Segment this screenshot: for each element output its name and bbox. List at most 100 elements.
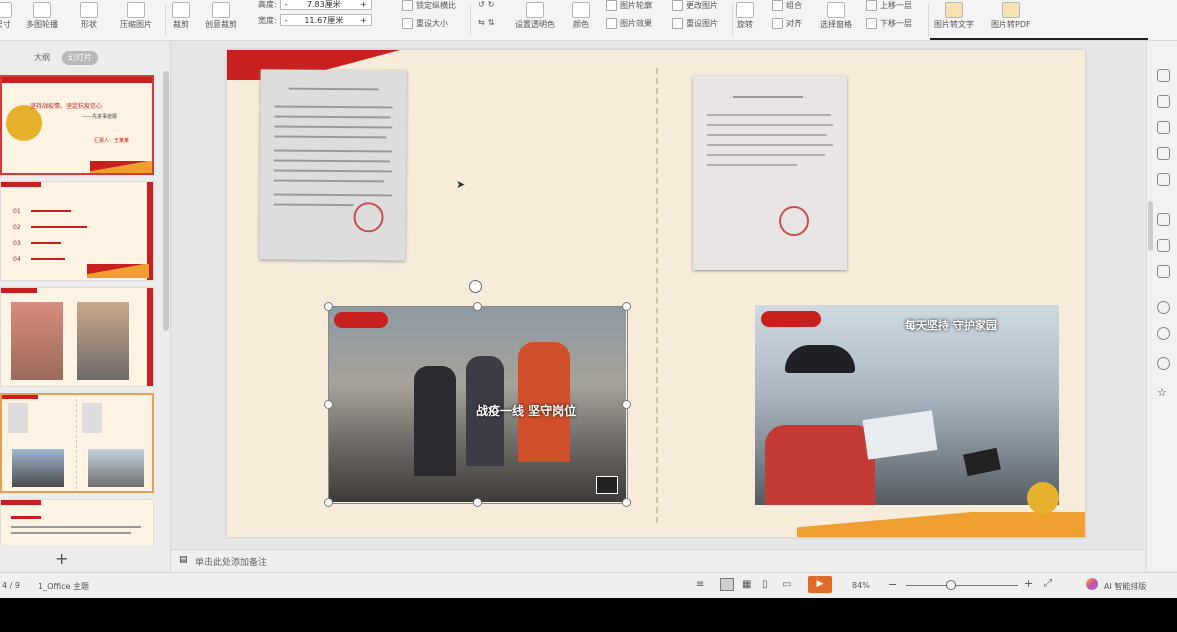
slide-counter: 4 / 9 [2, 581, 20, 590]
animation-icon[interactable] [1157, 213, 1170, 226]
layers-icon[interactable] [1157, 147, 1170, 160]
flip-icon: ⇆ [478, 18, 485, 27]
add-slide-button[interactable]: + [55, 549, 68, 568]
doc-text-line [273, 193, 392, 197]
pic-to-text-button[interactable]: 图片转文字 [934, 2, 974, 30]
picture-outline-button[interactable]: 图片轮廓 [606, 0, 652, 11]
flip-button[interactable]: ⇆ ⇅ [478, 18, 494, 27]
tab-slides[interactable]: 幻灯片 [62, 51, 98, 65]
presenter-view-icon[interactable]: ▭ [782, 579, 791, 590]
resize-handle[interactable] [324, 498, 333, 507]
resize-handle[interactable] [622, 498, 631, 507]
zoom-slider[interactable] [906, 585, 1018, 586]
slide-thumbnail-1[interactable]: 坚持战疫情、坚定抗疫信心 ——先进事迹展 汇报人：王某某 [0, 75, 154, 175]
thumb-red-band [1, 288, 37, 293]
height-input[interactable]: -7.83厘米 + [279, 0, 372, 10]
picture-effect-button[interactable]: 图片效果 [606, 18, 652, 29]
emblem-icon [1027, 482, 1059, 514]
resize-handle[interactable] [622, 400, 631, 409]
panel-tabs: 大纲 幻灯片 [0, 41, 170, 71]
ai-layout-button[interactable]: AI 智能排版 [1104, 581, 1146, 592]
play-button[interactable]: ▶ [808, 576, 832, 593]
rotate-button[interactable]: 旋转 [736, 2, 754, 30]
thumb-text-line [11, 526, 141, 528]
picture-tool-icon[interactable] [1157, 239, 1170, 252]
group-icon [772, 0, 783, 11]
rotate-left-button[interactable]: ↺ ↻ [478, 0, 494, 9]
reading-view-icon[interactable]: ▯ [762, 579, 768, 590]
thumb-subtitle: ——先进事迹展 [82, 114, 118, 120]
doc-text-line [273, 169, 392, 173]
color-button[interactable]: 颜色 [572, 2, 590, 30]
slide-thumbnail-3[interactable] [0, 287, 154, 387]
document-image-left[interactable] [259, 69, 407, 261]
thumb-ribbon [87, 264, 149, 278]
thumb-text-line [31, 258, 65, 260]
set-transparent-button[interactable]: 设置透明色 [515, 2, 555, 30]
panel-scrollbar[interactable] [163, 71, 169, 331]
doc-text-line [707, 124, 833, 126]
canvas-scrollbar[interactable] [1148, 201, 1153, 251]
slide-thumbnail-5[interactable] [0, 499, 154, 545]
crop-button[interactable]: 裁剪 [172, 2, 190, 30]
star-icon[interactable]: ☆ [1157, 387, 1168, 398]
notes-pane[interactable]: ▤ 单击此处添加备注 [171, 549, 1144, 572]
resize-handle[interactable] [324, 400, 333, 409]
rotate-icon [736, 2, 754, 18]
slide-canvas[interactable]: 战疫一线 坚守岗位 每天坚持 守护家园 [227, 50, 1085, 537]
resize-handle[interactable] [473, 498, 482, 507]
rotate-handle-icon[interactable] [469, 280, 482, 293]
zoom-slider-thumb[interactable] [946, 580, 956, 590]
notes-toggle-icon[interactable]: ≡ [696, 579, 704, 590]
change-picture-button[interactable]: 更改图片 [672, 0, 718, 11]
settings-icon[interactable] [1157, 265, 1170, 278]
align-button[interactable]: 对齐 [772, 18, 802, 29]
group-button[interactable]: 组合 [772, 0, 802, 11]
transform-icon[interactable] [1157, 121, 1170, 134]
lock-ratio-checkbox[interactable]: 锁定纵横比 [402, 0, 456, 11]
home-icon[interactable] [1157, 69, 1170, 82]
carousel-button[interactable]: 多图轮播 [26, 2, 58, 30]
fit-window-icon[interactable]: ⤢ [1044, 578, 1052, 589]
notes-icon: ▤ [179, 555, 188, 565]
thumb-text-line [11, 532, 131, 534]
zoom-level[interactable]: 84% [852, 581, 870, 590]
compress-button[interactable]: 压缩图片 [120, 2, 152, 30]
slide-panel: 大纲 幻灯片 坚持战疫情、坚定抗疫信心 ——先进事迹展 汇报人：王某某 01 0… [0, 41, 171, 571]
copy-icon[interactable] [1157, 95, 1170, 108]
doc-text-line [707, 134, 827, 136]
help-icon[interactable] [1157, 357, 1170, 370]
reset-size-button[interactable]: 重设大小 [402, 18, 448, 29]
doc-text-line [707, 154, 825, 156]
red-seal-icon [779, 206, 809, 236]
shape-button[interactable]: 形状 [80, 2, 98, 30]
normal-view-icon[interactable] [720, 578, 734, 591]
width-input[interactable]: -11.67厘米 + [279, 14, 372, 26]
pic-to-pdf-button[interactable]: 图片转PDF [991, 2, 1031, 30]
zoom-in-icon[interactable]: + [1024, 577, 1033, 590]
creative-crop-button[interactable]: 创意裁剪 [205, 2, 237, 30]
slide-thumbnail-4[interactable] [0, 393, 154, 493]
thumb-item-number: 04 [13, 256, 21, 263]
selection-pane-button[interactable]: 选择窗格 [820, 2, 852, 30]
history-icon[interactable] [1157, 327, 1170, 340]
document-image-right[interactable] [693, 76, 847, 270]
reset-picture-button[interactable]: 重设图片 [672, 18, 718, 29]
cap-figure [785, 345, 855, 373]
send-backward-button[interactable]: 下移一层 [866, 18, 912, 29]
tab-outline[interactable]: 大纲 [28, 51, 56, 65]
size-button[interactable]: 尺寸 [0, 2, 12, 30]
theme-name: 1_Office 主题 [38, 582, 89, 591]
bring-forward-button[interactable]: 上移一层 [866, 0, 912, 11]
resize-handle[interactable] [473, 302, 482, 311]
doc-text-line [707, 164, 797, 166]
doc-text-line [274, 125, 393, 129]
resize-handle[interactable] [324, 302, 333, 311]
sorter-view-icon[interactable]: ▦ [742, 579, 751, 590]
resize-handle[interactable] [622, 302, 631, 311]
location-icon[interactable] [1157, 301, 1170, 314]
zoom-out-icon[interactable]: − [888, 578, 897, 591]
volunteer-photo-right[interactable]: 每天坚持 守护家园 [755, 305, 1059, 505]
slide-thumbnail-2[interactable]: 01 02 03 04 [0, 181, 154, 281]
share-icon[interactable] [1157, 173, 1170, 186]
